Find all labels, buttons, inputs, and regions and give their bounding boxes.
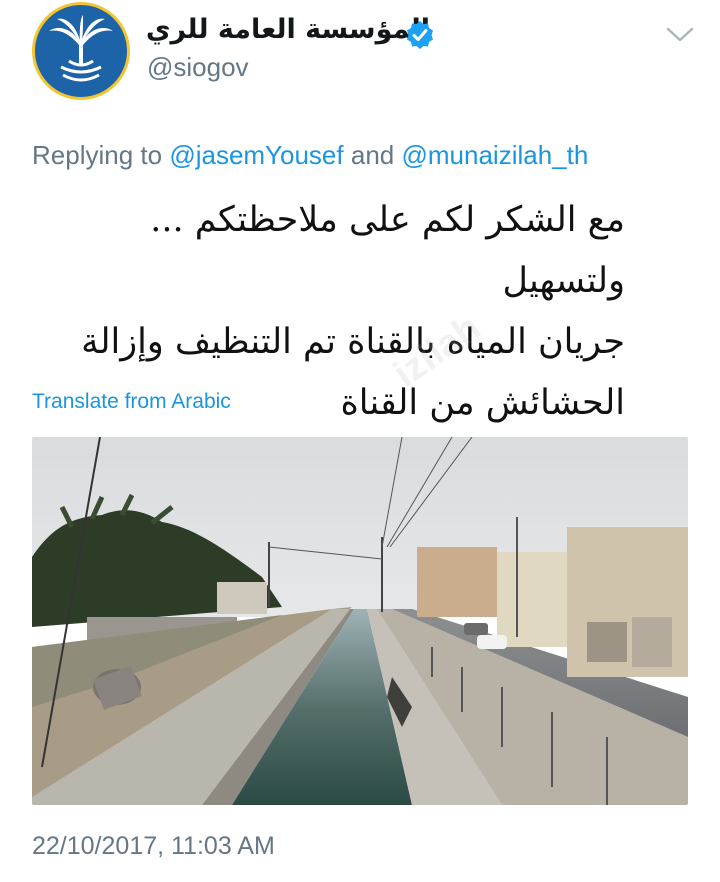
tweet-text-line: جريان المياه بالقناة تم التنظيف وإزالة — [81, 322, 625, 362]
tweet-text-line: مع الشكر لكم على ملاحظتكم ... ولتسهيل — [150, 200, 625, 301]
chevron-down-icon[interactable] — [665, 24, 695, 46]
mention-link-1[interactable]: @jasemYousef — [169, 140, 343, 170]
reply-connector: and — [350, 140, 395, 170]
tweet-photo[interactable] — [32, 437, 688, 805]
avatar[interactable] — [32, 2, 130, 100]
reply-prefix: Replying to — [32, 140, 163, 170]
verified-badge-icon — [407, 21, 433, 49]
author-handle[interactable]: @siogov — [147, 52, 249, 83]
palm-tree-logo-icon — [49, 15, 113, 82]
translate-link[interactable]: Translate from Arabic — [32, 390, 231, 414]
reply-context: Replying to @jasemYousef and @munaizilah… — [32, 140, 588, 171]
tweet-timestamp[interactable]: 22/10/2017, 11:03 AM — [32, 832, 275, 861]
mention-link-2[interactable]: @munaizilah_th — [401, 140, 588, 170]
canal-photo — [32, 437, 688, 805]
display-name[interactable]: المؤسسة العامة للري — [146, 14, 430, 45]
